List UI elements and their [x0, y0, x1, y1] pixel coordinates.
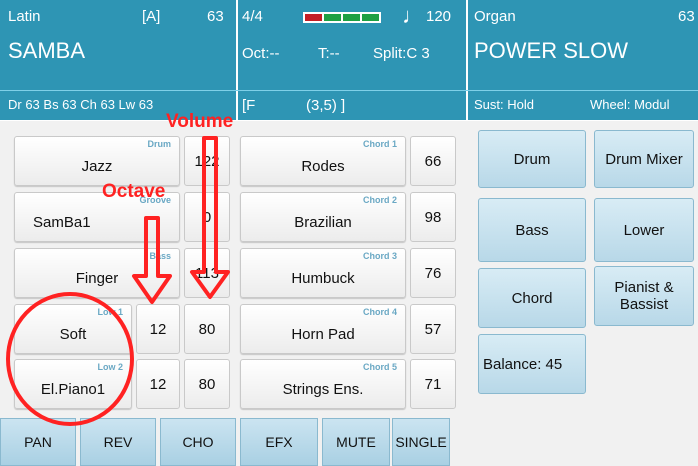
highlight-circle-icon	[6, 292, 134, 426]
annotation-overlay	[6, 136, 230, 426]
volume-arrow-icon	[190, 136, 230, 299]
octave-arrow-icon	[132, 216, 172, 304]
